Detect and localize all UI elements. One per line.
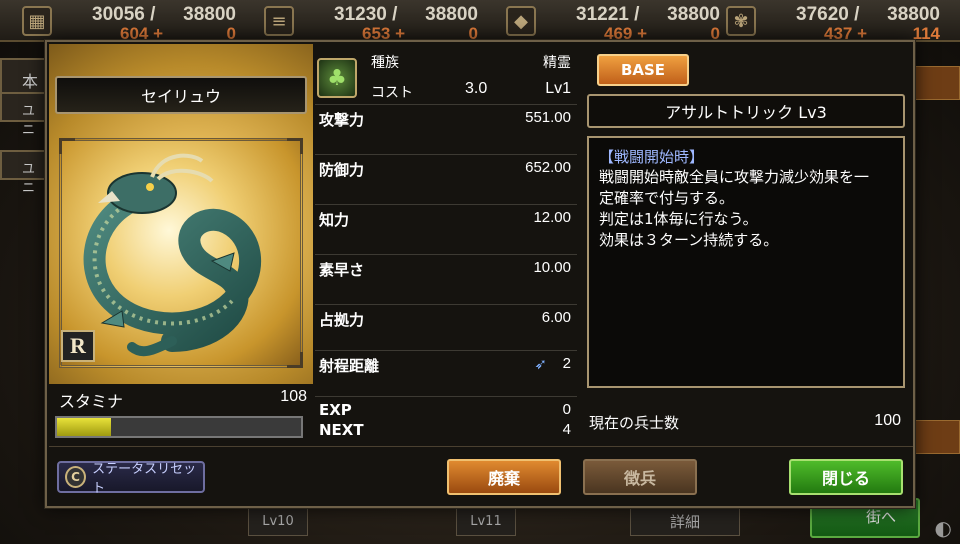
soldier-count-value: 100 (874, 412, 901, 429)
resource-current: 30056 / (92, 4, 156, 25)
next-value: 4 (562, 421, 571, 438)
dragon-image-icon (83, 153, 261, 357)
stat-row-intelligence: 知力 12.00 (315, 204, 577, 254)
resource-bar: ▦ 30056 / 38800 604 + 0 ≡ 31230 / 38800 … (0, 0, 960, 43)
stamina-row: スタミナ 108 (53, 388, 309, 412)
unit-name: セイリュウ (55, 76, 307, 114)
skill-line: 戦闘開始時敵全員に攻撃力減少効果を一 (599, 168, 870, 186)
stat-row-defense: 防御力 652.00 (315, 154, 577, 204)
resource-current: 31230 / (334, 4, 398, 25)
bg-level-tag-2: Lv11 (456, 506, 516, 536)
status-reset-button[interactable]: C ステータスリセット (57, 461, 205, 496)
resource-income-extra: 114 (912, 24, 940, 43)
skill-name: アサルトトリック Lv3 (587, 94, 905, 128)
stat-label: 占拠力 (319, 311, 365, 329)
next-label: NEXT (319, 421, 364, 439)
skill-line: 効果は３ターン持続する。 (599, 231, 779, 249)
status-reset-label: ステータスリセット (92, 462, 197, 496)
bg-tab-unit: ユニ (0, 92, 46, 138)
range-label: 射程距離 (319, 357, 380, 375)
stamina-bar (55, 416, 303, 438)
cost-value: 3.0 (465, 80, 488, 97)
bg-tab-unit-2: ユニ (0, 150, 46, 196)
bow-range-icon: ➶ (534, 355, 547, 373)
stat-row-occupation: 占拠力 6.00 (315, 304, 577, 350)
coin-icon: C (65, 466, 87, 488)
stat-value: 12.00 (533, 209, 571, 226)
discard-button[interactable]: 廃棄 (447, 459, 561, 495)
bg-go-town-label: 街へ (866, 508, 897, 526)
tree-attribute-icon: ♣ (317, 58, 357, 98)
race-label: 種族 (371, 55, 399, 71)
unit-detail-dialog: セイリュウ R スタミナ 108 ♣ 種族 精霊 コスト 3.0 Lv1 攻撃力… (45, 40, 915, 508)
stone-icon: ▦ (22, 6, 52, 36)
stat-label: 攻撃力 (319, 111, 365, 129)
attribute-row: ♣ 種族 精霊 コスト 3.0 Lv1 (315, 50, 577, 110)
stat-row-attack: 攻撃力 551.00 (315, 104, 577, 154)
race-value: 精霊 (543, 55, 571, 71)
iron-icon: ◆ (506, 6, 536, 36)
stat-label: 素早さ (319, 261, 365, 279)
stats-panel: ♣ 種族 精霊 コスト 3.0 Lv1 攻撃力 551.00 防御力 652.0… (315, 44, 577, 440)
close-button[interactable]: 閉じる (789, 459, 903, 495)
resource-wheat: ✾ 37620 / 38800 437 + 114 (704, 2, 940, 43)
resource-max: 38800 (887, 4, 940, 25)
resource-current: 37620 / (796, 4, 860, 25)
frame-corner (287, 352, 303, 368)
bg-detail-button: 詳細 (630, 506, 740, 536)
wood-icon: ≡ (264, 6, 294, 36)
stat-value: 6.00 (541, 309, 571, 326)
bg-level-tag: Lv10 (248, 506, 308, 536)
cost-label: コスト (371, 85, 413, 101)
dialog-action-bar: C ステータスリセット 廃棄 徴兵 閉じる (49, 446, 913, 506)
skill-trigger: 【戦闘開始時】 (599, 148, 705, 166)
stamina-value: 108 (280, 388, 307, 405)
recruit-button[interactable]: 徴兵 (583, 459, 697, 495)
frame-corner (287, 138, 303, 154)
skill-line: 判定は1体毎に行なう。 (599, 210, 758, 228)
skill-description: 【戦闘開始時】 戦闘開始時敵全員に攻撃力減少効果を一 定確率で付与する。 判定は… (587, 136, 905, 388)
unit-portrait (59, 138, 303, 368)
base-tab-button[interactable]: BASE (597, 54, 689, 86)
stat-value: 551.00 (525, 109, 571, 126)
resource-stone: ▦ 30056 / 38800 604 + 0 (0, 2, 236, 43)
resource-max: 38800 (183, 4, 236, 25)
stat-value: 652.00 (525, 159, 571, 176)
resource-iron: ◆ 31221 / 38800 469 + 0 (484, 2, 720, 43)
resource-max: 38800 (425, 4, 478, 25)
stamina-label: スタミナ (59, 392, 124, 411)
wheat-icon: ✾ (726, 6, 756, 36)
rarity-badge: R (61, 330, 95, 362)
range-value: 2 (562, 355, 571, 372)
exp-row: EXP 0 NEXT 4 (315, 396, 577, 440)
stat-label: 知力 (319, 211, 350, 229)
stamina-bar-fill (57, 418, 111, 436)
resource-current: 31221 / (576, 4, 640, 25)
stat-label: 防御力 (319, 161, 365, 179)
bg-orange-button (914, 66, 960, 100)
stat-row-speed: 素早さ 10.00 (315, 254, 577, 304)
soldier-count-label: 現在の兵士数 (589, 414, 680, 432)
resource-wood: ≡ 31230 / 38800 653 + 0 (242, 2, 478, 43)
frame-corner (59, 138, 75, 154)
stat-row-range: 射程距離 ➶ 2 (315, 350, 577, 396)
stat-value: 10.00 (533, 259, 571, 276)
unit-card-panel: セイリュウ R (49, 44, 313, 384)
site-watermark-icon: ◐ (934, 516, 952, 540)
bg-orange-button-2 (914, 420, 960, 454)
level-value: Lv1 (545, 80, 571, 97)
exp-value: 0 (562, 401, 571, 418)
soldier-count-row: 現在の兵士数 100 (587, 408, 905, 436)
exp-label: EXP (319, 401, 352, 419)
skill-line: 定確率で付与する。 (599, 189, 735, 207)
